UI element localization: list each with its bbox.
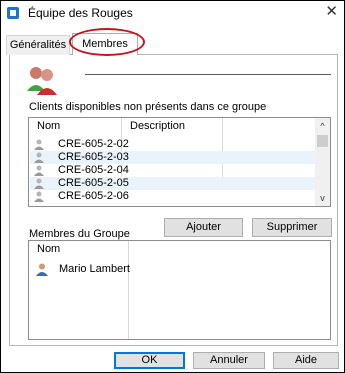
cancel-button[interactable]: Annuler bbox=[193, 352, 265, 369]
close-icon[interactable]: ✕ bbox=[325, 4, 338, 19]
tab-generalites[interactable]: Généralités bbox=[6, 35, 70, 55]
scroll-thumb[interactable] bbox=[317, 135, 328, 147]
group-members-list[interactable]: Nom Mario Lambert bbox=[28, 240, 331, 340]
ok-button[interactable]: OK bbox=[114, 352, 185, 369]
list-item[interactable]: CRE-605-2-05 bbox=[30, 177, 315, 190]
vertical-scrollbar[interactable]: ^ v bbox=[315, 118, 330, 206]
client-name: CRE-605-2-03 bbox=[58, 151, 129, 163]
list-item[interactable]: Mario Lambert bbox=[30, 261, 130, 277]
window-title: Équipe des Rouges bbox=[28, 6, 133, 20]
list-item[interactable]: CRE-605-2-04 bbox=[30, 164, 315, 177]
column-header-description[interactable]: Description bbox=[130, 120, 185, 132]
add-button[interactable]: Ajouter bbox=[164, 218, 243, 237]
user-icon bbox=[36, 263, 48, 276]
user-icon bbox=[34, 178, 44, 189]
client-name: CRE-605-2-05 bbox=[58, 177, 129, 189]
user-icon bbox=[34, 139, 44, 150]
group-members-label: Membres du Groupe bbox=[29, 228, 130, 240]
available-clients-label: Clients disponibles non présents dans ce… bbox=[29, 101, 267, 113]
list-item[interactable]: CRE-605-2-02 bbox=[30, 138, 315, 151]
group-icon bbox=[27, 67, 57, 95]
app-icon bbox=[7, 7, 19, 19]
help-button[interactable]: Aide bbox=[273, 352, 339, 369]
user-icon bbox=[34, 165, 44, 176]
scroll-down-icon[interactable]: v bbox=[315, 190, 330, 206]
list-item[interactable]: CRE-605-2-03 bbox=[30, 151, 315, 164]
column-divider bbox=[128, 241, 129, 339]
remove-button[interactable]: Supprimer bbox=[252, 218, 332, 237]
header-separator bbox=[85, 74, 331, 75]
column-header-nom[interactable]: Nom bbox=[37, 243, 60, 255]
member-name: Mario Lambert bbox=[59, 263, 130, 275]
user-icon bbox=[34, 152, 44, 163]
column-header-nom[interactable]: Nom bbox=[37, 120, 60, 132]
client-name: CRE-605-2-02 bbox=[58, 138, 129, 150]
client-name: CRE-605-2-06 bbox=[58, 190, 129, 202]
title-bar: Équipe des Rouges ✕ bbox=[1, 1, 344, 25]
user-icon bbox=[34, 191, 44, 202]
highlight-circle bbox=[69, 28, 145, 56]
scroll-up-icon[interactable]: ^ bbox=[315, 118, 330, 134]
client-name: CRE-605-2-04 bbox=[58, 164, 129, 176]
list-item[interactable]: CRE-605-2-06 bbox=[30, 190, 315, 203]
available-clients-list[interactable]: Nom Description CRE-605-2-02 CRE-605-2-0… bbox=[28, 117, 331, 207]
